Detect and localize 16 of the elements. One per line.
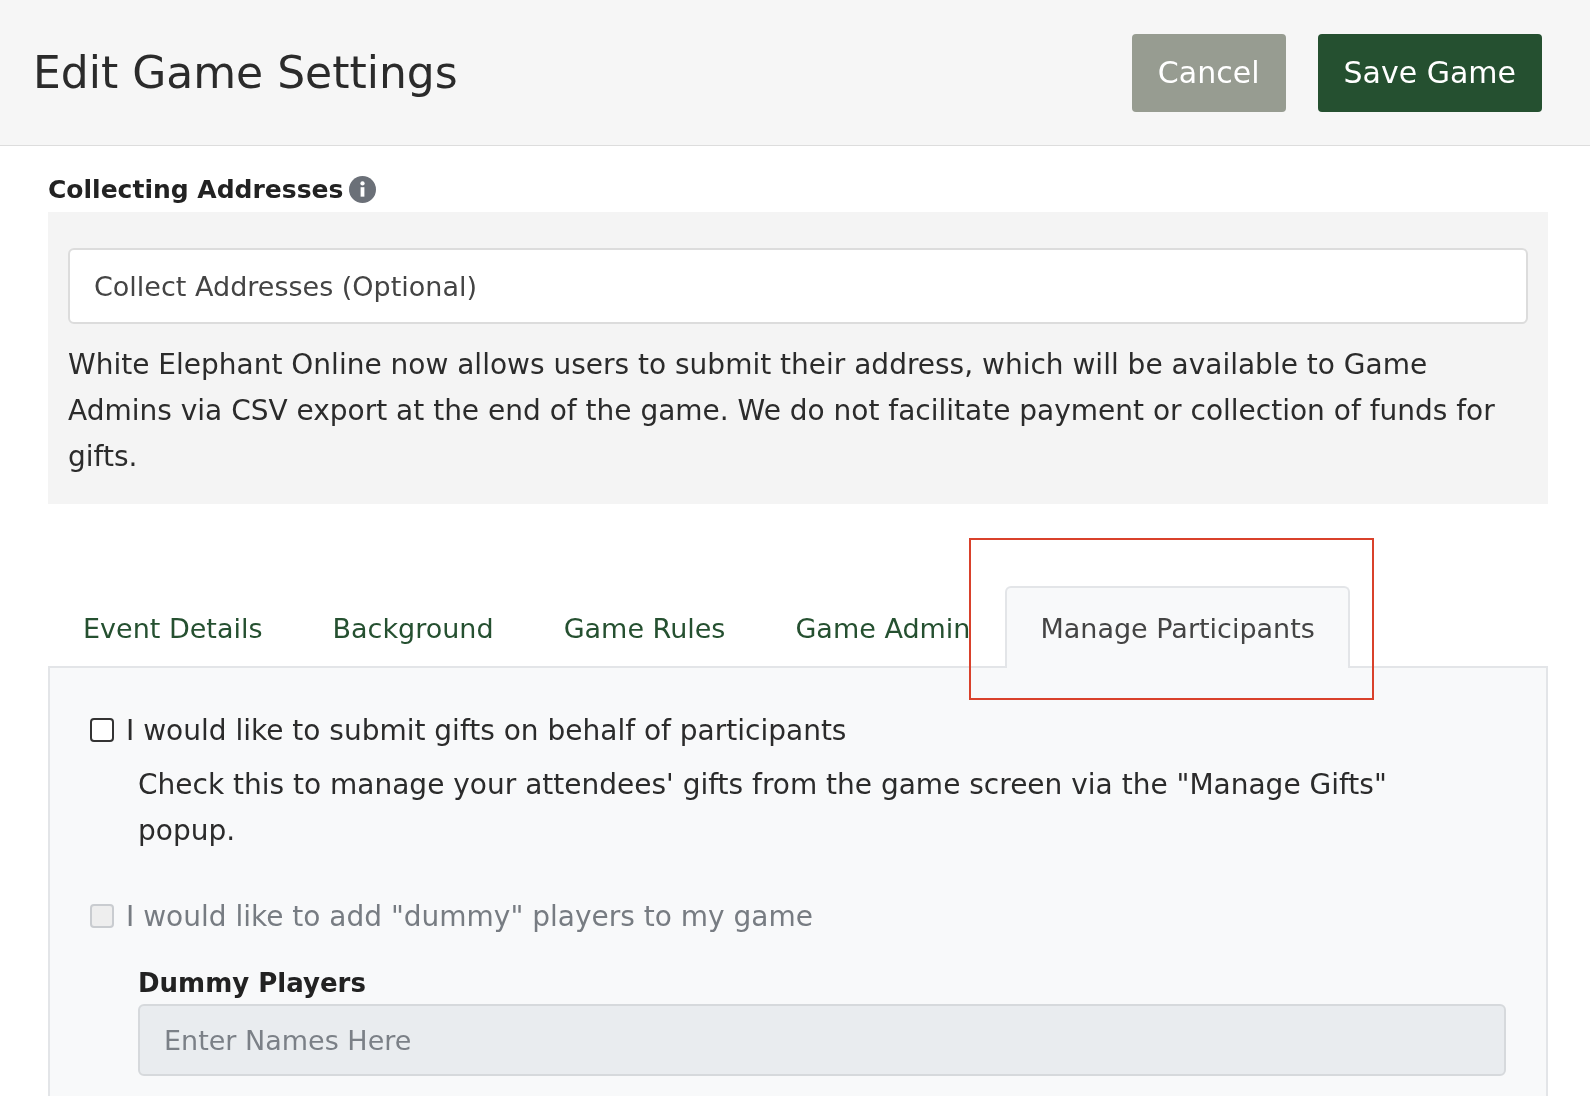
- checkbox[interactable]: [90, 718, 114, 742]
- info-icon[interactable]: [349, 175, 377, 203]
- checkbox-label: I would like to add "dummy" players to my game: [126, 899, 813, 933]
- tab[interactable]: Manage Participants: [1005, 586, 1350, 668]
- save-button[interactable]: Save Game: [1317, 33, 1542, 112]
- tab[interactable]: Event Details: [48, 586, 298, 668]
- tab[interactable]: Background: [297, 586, 529, 668]
- section-label: Collecting Addresses: [48, 174, 344, 204]
- help-text: Check this to manage your attendees' gifts from the game screen via the "Manage Gifts" popup.: [138, 767, 1388, 849]
- tab[interactable]: Game Admin: [760, 586, 1006, 668]
- checkbox-label: I would like to submit gifts on behalf of participants: [126, 713, 847, 747]
- address-select[interactable]: Collect Addresses (Optional): [68, 248, 1528, 324]
- address-description: White Elephant Online now allows users to submit their address, which will be available to Game Admins via CSV export at the end of the game. We do not facilitate payment or collection of funds for gifts.: [68, 347, 1496, 475]
- page-title: Edit Game Settings: [33, 47, 458, 98]
- tab[interactable]: Game Rules: [528, 586, 761, 668]
- field-label: Dummy Players: [138, 968, 367, 998]
